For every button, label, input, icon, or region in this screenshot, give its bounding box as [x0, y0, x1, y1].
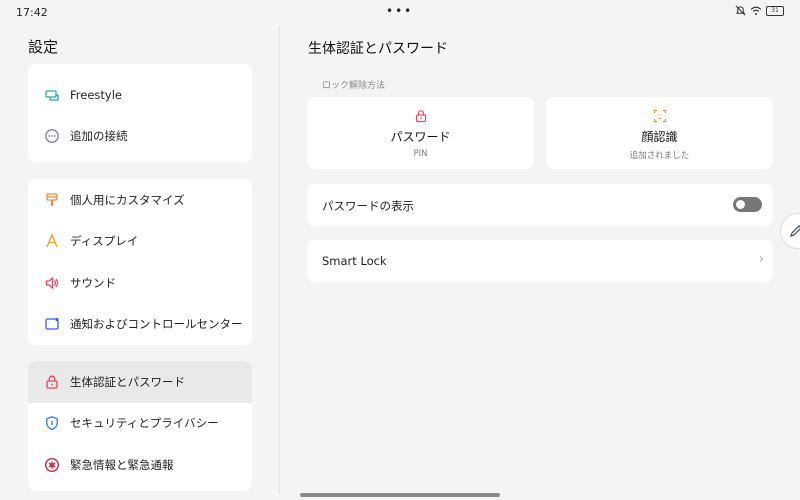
menu-item-label: サウンド: [70, 275, 116, 290]
shield-icon: [44, 415, 60, 431]
settings-menu: 設定 Freestyle 追加の接続 個人用にカスタマイズ ディスプレイ サウン…: [0, 26, 280, 500]
page-title: 設定: [28, 38, 59, 56]
floating-pen-button[interactable]: [780, 213, 800, 249]
detail-title: 生体認証とパスワード: [308, 41, 448, 57]
password-card-title: パスワード: [390, 130, 451, 144]
menu-item-security-privacy[interactable]: セキュリティとプライバシー: [28, 403, 252, 445]
face-recognition-card[interactable]: 顔認識 追加されました: [546, 97, 773, 169]
status-time: 17:42: [16, 6, 48, 19]
password-card-subtitle: PIN: [413, 149, 428, 159]
menu-item-notifications[interactable]: 通知およびコントロールセンター: [28, 304, 252, 346]
brush-icon: [44, 192, 60, 208]
lock-icon: [414, 108, 428, 123]
status-bar: 17:42 ••• 31: [0, 0, 800, 26]
toggle-knob: [736, 200, 745, 209]
menu-item-label: 追加の接続: [70, 129, 128, 144]
display-icon: [44, 233, 60, 249]
home-indicator[interactable]: [300, 493, 500, 497]
notification-icon: [44, 316, 60, 332]
menu-item-label: 緊急情報と緊急通報: [70, 457, 174, 472]
menu-item-sound[interactable]: サウンド: [28, 262, 252, 304]
chevron-right-icon: ›: [758, 252, 764, 267]
menu-item-label: セキュリティとプライバシー: [70, 416, 219, 431]
menu-item-emergency[interactable]: 緊急情報と緊急通報: [28, 444, 252, 486]
show-password-row[interactable]: パスワードの表示: [307, 184, 773, 226]
show-password-toggle[interactable]: [733, 197, 762, 212]
menu-group-personalize: 個人用にカスタマイズ ディスプレイ サウンド 通知およびコントロールセンター: [28, 179, 252, 345]
menu-item-label: Freestyle: [70, 87, 122, 102]
unlock-section-label: ロック解除方法: [322, 81, 386, 91]
more-connections-icon: [44, 128, 60, 144]
menu-item-freestyle[interactable]: Freestyle: [28, 74, 252, 116]
show-password-label: パスワードの表示: [322, 199, 414, 213]
menu-item-label: 個人用にカスタマイズ: [70, 192, 185, 207]
emergency-icon: [44, 457, 60, 473]
smart-lock-row[interactable]: Smart Lock ›: [307, 240, 773, 282]
wifi-icon: [750, 6, 762, 15]
multitask-dots[interactable]: •••: [386, 4, 413, 18]
menu-group-security: 生体認証とパスワード セキュリティとプライバシー 緊急情報と緊急通報: [28, 361, 252, 491]
menu-item-display[interactable]: ディスプレイ: [28, 221, 252, 263]
lock-icon: [44, 374, 60, 390]
menu-item-partial: [28, 64, 252, 74]
face-card-subtitle: 追加されました: [629, 151, 690, 161]
freestyle-icon: [44, 87, 60, 103]
password-card[interactable]: パスワード PIN: [307, 97, 534, 169]
menu-item-more-connections[interactable]: 追加の接続: [28, 116, 252, 158]
sound-icon: [44, 275, 60, 291]
menu-item-label: 通知およびコントロールセンター: [70, 317, 243, 332]
dnd-bell-icon: [735, 5, 746, 16]
menu-group-connections: Freestyle 追加の接続: [28, 64, 252, 162]
battery-icon: 31: [766, 5, 784, 16]
panel-divider: [279, 26, 280, 494]
status-icons: 31: [735, 5, 784, 16]
smart-lock-label: Smart Lock: [322, 254, 387, 268]
menu-item-label: ディスプレイ: [70, 234, 139, 249]
menu-item-label: 生体認証とパスワード: [70, 374, 185, 389]
face-scan-icon: [653, 108, 667, 123]
menu-item-biometrics-password[interactable]: 生体認証とパスワード: [28, 361, 252, 403]
menu-item-personalize[interactable]: 個人用にカスタマイズ: [28, 179, 252, 221]
pen-icon: [790, 225, 800, 237]
face-card-title: 顔認識: [641, 130, 678, 144]
